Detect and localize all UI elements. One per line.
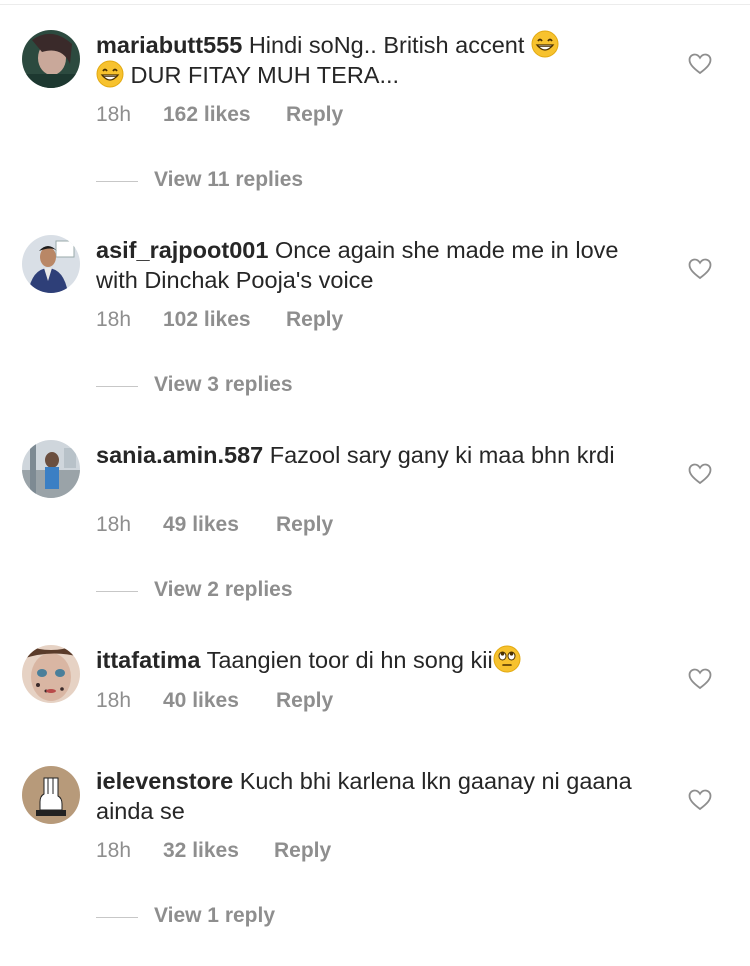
likes-count[interactable]: 49 likes xyxy=(163,513,239,537)
avatar[interactable] xyxy=(22,30,80,88)
heart-icon[interactable] xyxy=(688,463,712,485)
view-replies-label: View 1 reply xyxy=(154,904,276,927)
rolling-eyes-face-icon xyxy=(493,645,521,673)
reply-button[interactable]: Reply xyxy=(274,839,331,863)
comment-username[interactable]: ittafatima xyxy=(96,647,200,673)
view-replies-button[interactable]: View 1 reply xyxy=(96,904,396,934)
comment-time: 18h xyxy=(96,513,132,536)
comment-text: ielevenstore Kuch bhi karlena lkn gaanay… xyxy=(96,766,636,826)
comment-username[interactable]: sania.amin.587 xyxy=(96,442,263,468)
comment-body: Taangien toor di hn song kii xyxy=(206,647,493,673)
grinning-face-icon xyxy=(96,60,124,88)
comment-username[interactable]: asif_rajpoot001 xyxy=(96,237,268,263)
comment-text: sania.amin.587 Fazool sary gany ki maa b… xyxy=(96,440,636,470)
heart-icon[interactable] xyxy=(688,258,712,280)
comment-body: Hindi soNg.. British accent xyxy=(248,32,525,58)
view-replies-divider xyxy=(96,181,138,182)
comment-text: asif_rajpoot001 Once again she made me i… xyxy=(96,235,636,295)
heart-icon[interactable] xyxy=(688,789,712,811)
view-replies-label: View 11 replies xyxy=(154,168,304,191)
view-replies-label: View 2 replies xyxy=(154,578,293,601)
top-divider xyxy=(0,4,750,5)
reply-button[interactable]: Reply xyxy=(286,103,343,127)
comment-time: 18h xyxy=(96,308,132,331)
avatar[interactable] xyxy=(22,235,80,293)
reply-button[interactable]: Reply xyxy=(286,308,343,332)
view-replies-button[interactable]: View 2 replies xyxy=(96,578,396,608)
view-replies-button[interactable]: View 11 replies xyxy=(96,168,396,198)
view-replies-divider xyxy=(96,917,138,918)
comment-text: mariabutt555 Hindi soNg.. British accent… xyxy=(96,30,636,90)
avatar[interactable] xyxy=(22,766,80,824)
grinning-face-icon xyxy=(531,30,559,58)
reply-button[interactable]: Reply xyxy=(276,689,333,713)
heart-icon[interactable] xyxy=(688,53,712,75)
comment-time: 18h xyxy=(96,103,132,126)
view-replies-button[interactable]: View 3 replies xyxy=(96,373,396,403)
avatar[interactable] xyxy=(22,440,80,498)
view-replies-label: View 3 replies xyxy=(154,373,293,396)
comment-body: Fazool sary gany ki maa bhn krdi xyxy=(269,442,615,468)
comment-body-continued: DUR FITAY MUH TERA... xyxy=(130,62,400,88)
likes-count[interactable]: 162 likes xyxy=(163,103,251,127)
comment-username[interactable]: ielevenstore xyxy=(96,768,233,794)
likes-count[interactable]: 102 likes xyxy=(163,308,251,332)
likes-count[interactable]: 32 likes xyxy=(163,839,239,863)
comment-time: 18h xyxy=(96,689,132,712)
comment-username[interactable]: mariabutt555 xyxy=(96,32,242,58)
comment-text: ittafatima Taangien toor di hn song kii xyxy=(96,645,636,675)
avatar[interactable] xyxy=(22,645,80,703)
reply-button[interactable]: Reply xyxy=(276,513,333,537)
comment-time: 18h xyxy=(96,839,132,862)
view-replies-divider xyxy=(96,591,138,592)
view-replies-divider xyxy=(96,386,138,387)
heart-icon[interactable] xyxy=(688,668,712,690)
likes-count[interactable]: 40 likes xyxy=(163,689,239,713)
